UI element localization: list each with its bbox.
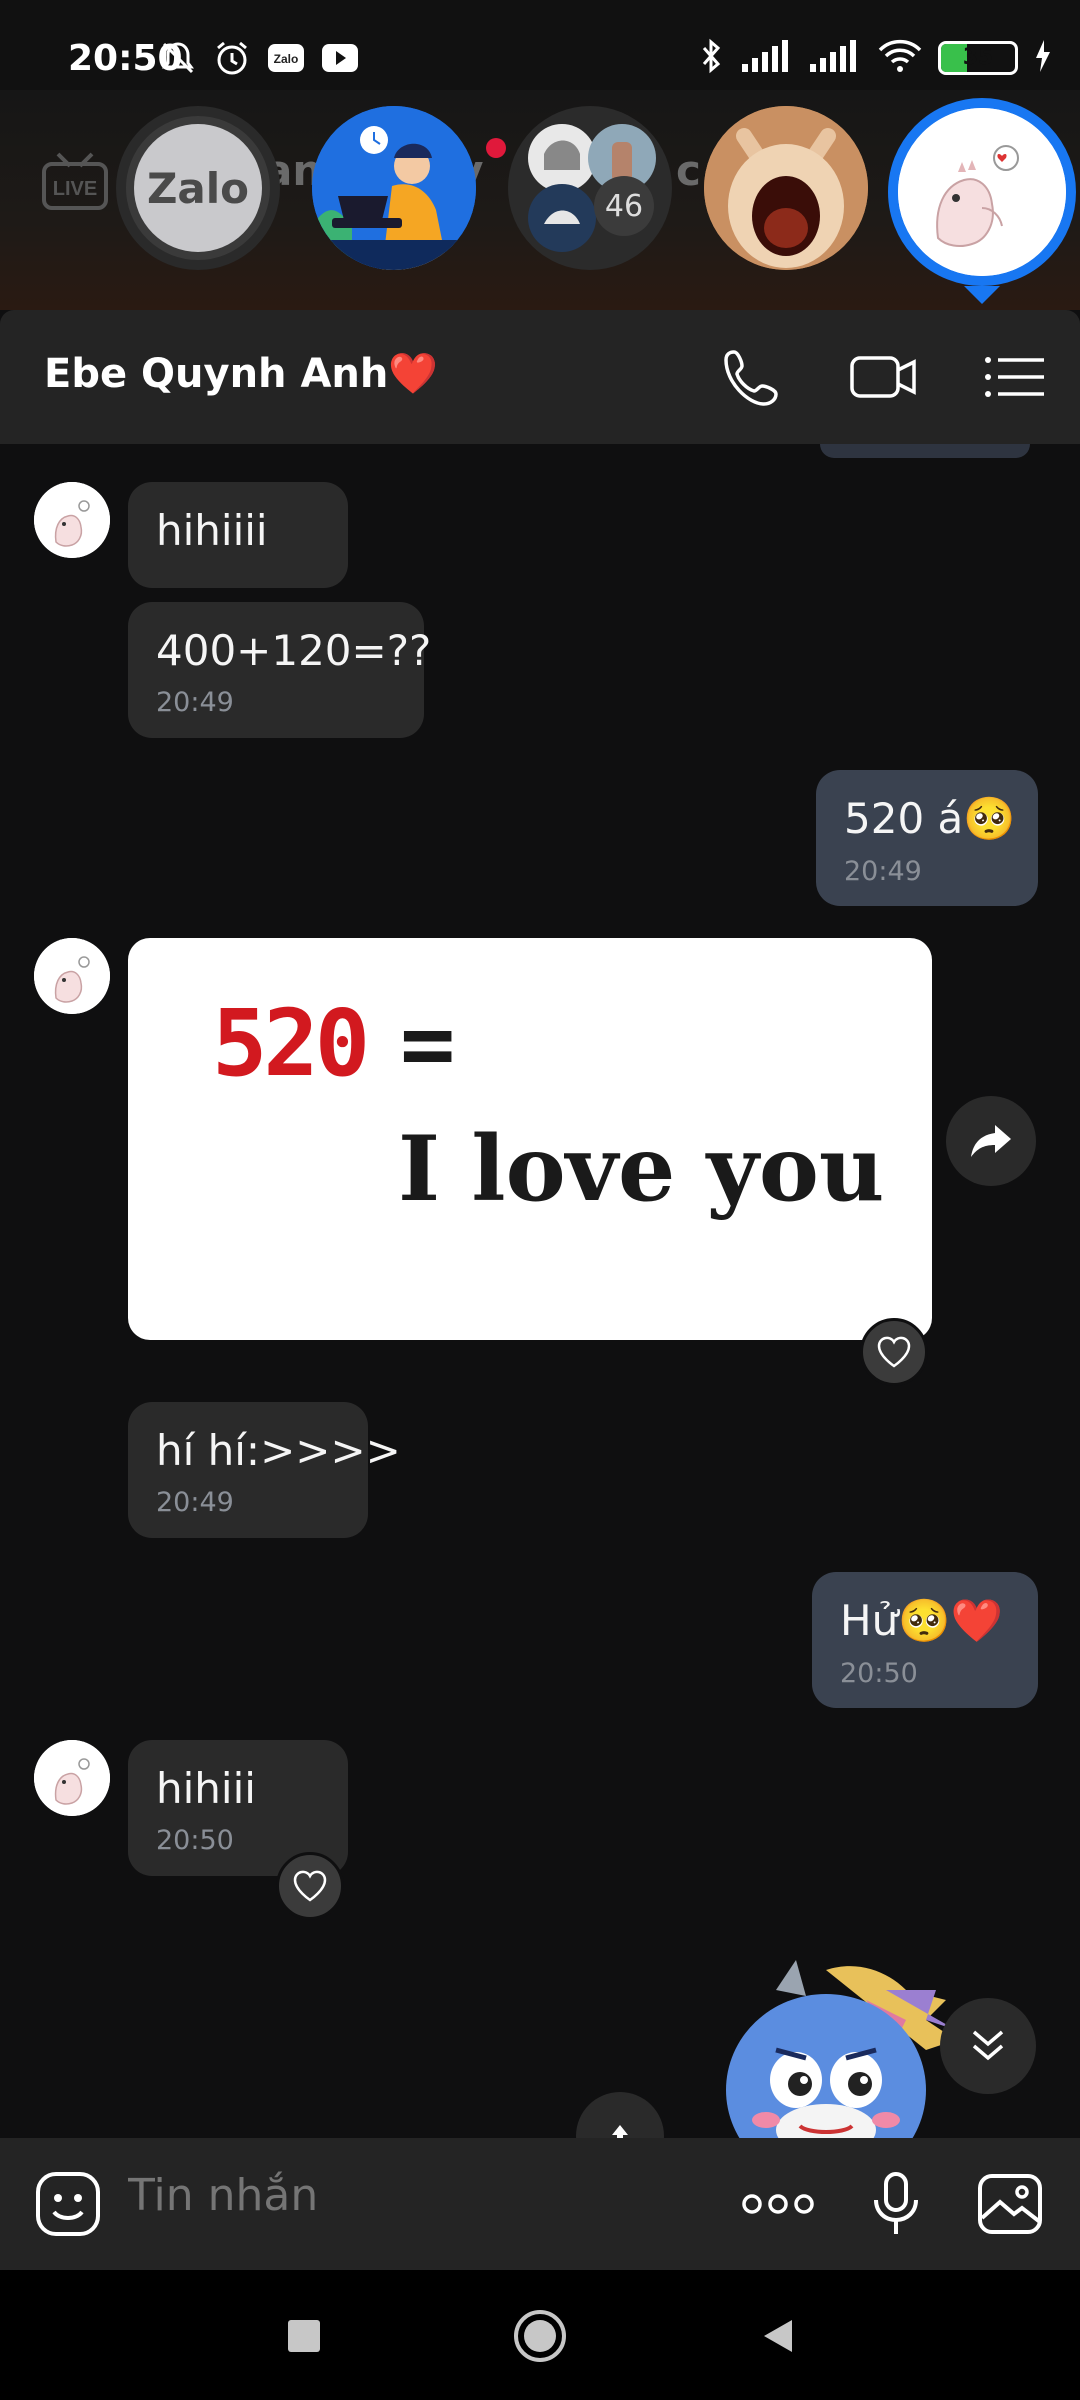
react-heart-button[interactable] xyxy=(860,1318,928,1386)
contact-avatar[interactable] xyxy=(34,938,110,1014)
message-time: 20:49 xyxy=(844,856,922,887)
avatar-illustration xyxy=(312,106,476,270)
share-arrow-icon xyxy=(971,1125,1011,1157)
message-time: 20:49 xyxy=(156,1487,234,1518)
emoji-sticker-icon[interactable] xyxy=(32,2168,104,2240)
active-head-pointer xyxy=(964,286,1000,304)
phone-icon[interactable] xyxy=(718,344,788,410)
message-text: Hử🥺❤️ xyxy=(840,1596,1003,1645)
message-text: 400+120=?? xyxy=(156,626,432,675)
scroll-to-bottom-button[interactable] xyxy=(940,1998,1036,2094)
message-time: 20:50 xyxy=(156,1825,234,1856)
contact-avatar[interactable] xyxy=(34,482,110,558)
group-member-count: 46 xyxy=(594,176,654,236)
message-text: hihiii xyxy=(156,1764,256,1813)
chat-title[interactable]: Ebe Quynh Anh❤️ xyxy=(44,350,438,397)
image-text-equals: = xyxy=(400,990,456,1097)
message-bubble-outgoing[interactable]: Hử🥺❤️ 20:50 xyxy=(812,1572,1038,1708)
message-time: 20:50 xyxy=(840,1658,918,1689)
heart-outline-icon xyxy=(293,1870,327,1902)
more-options-icon[interactable] xyxy=(742,2168,814,2240)
message-text: 520 á🥺 xyxy=(844,794,1016,843)
svg-text:LIVE: LIVE xyxy=(53,178,97,200)
message-text: hí hí:>>>> xyxy=(156,1426,401,1475)
bubble-heads-row: LIVE an v c Zalo 46 xyxy=(0,90,1080,310)
home-icon[interactable] xyxy=(512,2308,568,2364)
charging-icon xyxy=(1032,38,1052,78)
microphone-icon[interactable] xyxy=(860,2168,932,2240)
message-bubble-incoming[interactable]: hihiiii xyxy=(128,482,348,588)
message-bubble-incoming[interactable]: 400+120=?? 20:49 xyxy=(128,602,432,738)
message-time: 20:49 xyxy=(156,687,234,718)
image-text-phrase: I love you xyxy=(398,1116,885,1222)
live-icon: LIVE xyxy=(40,140,110,212)
system-nav-bar xyxy=(0,2270,1080,2400)
back-icon[interactable] xyxy=(750,2308,806,2364)
previous-message-bubble xyxy=(820,444,1030,458)
battery-percent: 35 xyxy=(962,45,994,70)
cat-avatar xyxy=(704,106,868,270)
double-chevron-down-icon xyxy=(972,2030,1004,2061)
status-right-icons: 35 xyxy=(696,36,1052,80)
chat-header: Ebe Quynh Anh❤️ xyxy=(0,310,1080,444)
youtube-icon xyxy=(320,40,360,80)
react-heart-button[interactable] xyxy=(276,1852,344,1920)
bubble-head-contact[interactable] xyxy=(312,106,476,270)
video-call-icon[interactable] xyxy=(848,344,918,410)
message-text: hihiiii xyxy=(156,506,268,555)
menu-list-icon[interactable] xyxy=(980,344,1050,410)
bubble-head-active[interactable] xyxy=(888,98,1076,286)
contact-avatar[interactable] xyxy=(34,1740,110,1816)
chat-panel: Ebe Quynh Anh❤️ hihiiii 400+120=?? 20:49… xyxy=(0,310,1080,2270)
message-input[interactable] xyxy=(128,2170,688,2221)
recent-apps-icon[interactable] xyxy=(276,2308,332,2364)
status-bar: 20:50 Zalo 35 xyxy=(0,0,1080,100)
message-input-bar xyxy=(0,2138,1080,2270)
status-left-icons: Zalo xyxy=(158,38,360,82)
image-text-number: 520 xyxy=(212,990,370,1097)
bluetooth-icon xyxy=(696,36,726,80)
share-button[interactable] xyxy=(946,1096,1036,1186)
signal-icon xyxy=(740,38,794,78)
zalo-notification-icon: Zalo xyxy=(266,40,306,80)
zalo-logo-text: Zalo xyxy=(146,163,250,213)
background-text-fragment: c xyxy=(676,146,701,195)
bubble-head-group[interactable]: 46 xyxy=(508,106,672,270)
wifi-icon xyxy=(876,38,924,78)
bubble-head-contact[interactable] xyxy=(704,106,868,270)
message-bubble-outgoing[interactable]: 520 á🥺 20:49 xyxy=(816,770,1038,906)
mute-bell-icon xyxy=(158,38,198,82)
image-message[interactable]: 520 = I love you xyxy=(128,938,932,1340)
image-gallery-icon[interactable] xyxy=(974,2168,1046,2240)
heart-outline-icon xyxy=(877,1336,911,1368)
bubble-head-zalo[interactable]: Zalo xyxy=(116,106,280,270)
svg-text:Zalo: Zalo xyxy=(274,52,299,66)
notification-dot xyxy=(486,138,506,158)
dino-avatar xyxy=(898,108,1066,276)
battery-icon: 35 xyxy=(938,41,1018,75)
signal-icon xyxy=(808,38,862,78)
alarm-icon xyxy=(212,38,252,82)
message-bubble-incoming[interactable]: hí hí:>>>> 20:49 xyxy=(128,1402,401,1538)
